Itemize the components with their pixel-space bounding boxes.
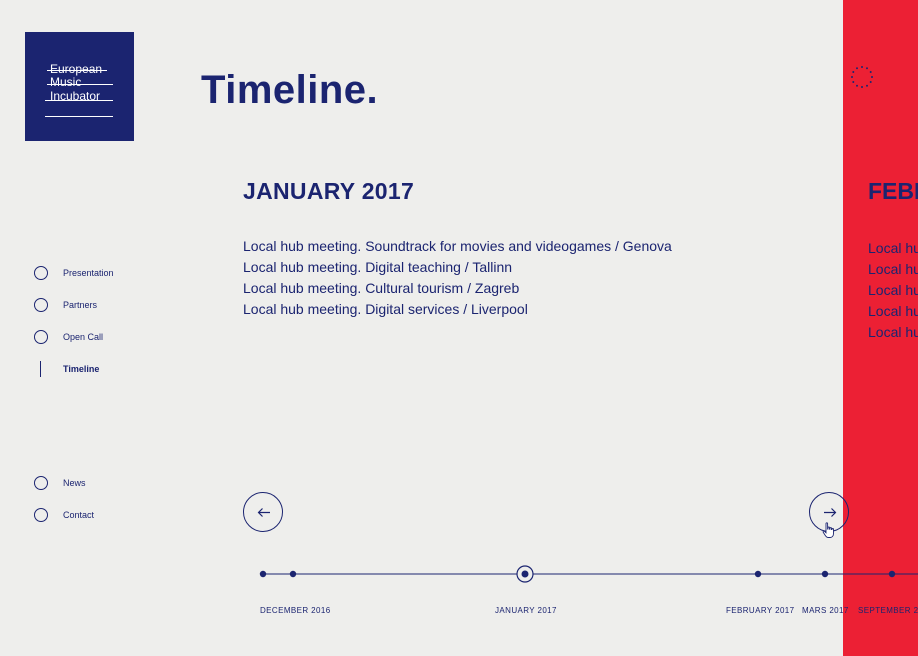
timeline-label[interactable]: MARS 2017 (802, 606, 849, 615)
next-event-item: Local hub meeting. (868, 282, 918, 298)
timeline-label[interactable]: FEBRUARY 2017 (726, 606, 795, 615)
event-item: Local hub meeting. Digital teaching / Ta… (243, 259, 513, 275)
timeline-label[interactable]: SEPTEMBER 2017 (858, 606, 918, 615)
logo-line-1: European (50, 62, 103, 76)
next-event-item: Local hub meeting. (868, 324, 918, 340)
event-list: Local hub meeting. Soundtrack for movies… (243, 236, 672, 320)
next-month-panel[interactable]: FEBRUARY 2017 Local hub meeting. Local h… (843, 0, 918, 656)
event-item: Local hub meeting. Soundtrack for movies… (243, 238, 672, 254)
nav-item-label: Partners (63, 300, 98, 310)
nav-item-open-call[interactable]: Open Call (34, 330, 194, 346)
logo-rule (47, 84, 113, 85)
hand-cursor-icon (822, 522, 834, 538)
nav-item-label: Presentation (63, 268, 114, 278)
logo[interactable]: European Music Incubator (25, 32, 134, 141)
circle-icon (34, 266, 48, 280)
next-event-item: Local hub meeting. (868, 240, 918, 256)
next-event-item: Local hub meeting. (868, 261, 918, 277)
circle-icon (34, 330, 48, 344)
arrow-right-icon (824, 508, 837, 517)
logo-line-2: Music (50, 75, 82, 89)
logo-rule (45, 116, 113, 117)
nav-item-timeline[interactable]: Timeline (34, 361, 194, 378)
nav-item-label: Timeline (63, 364, 100, 374)
circle-icon (34, 476, 48, 490)
timeline-selected-dot[interactable] (521, 570, 529, 578)
circle-icon (34, 508, 48, 522)
page-title: Timeline. (201, 68, 379, 112)
nav-item-label: Contact (63, 510, 95, 520)
nav-item-presentation[interactable]: Presentation (34, 266, 194, 282)
timeline-dot[interactable] (888, 570, 896, 578)
nav-item-label: News (63, 478, 86, 488)
next-event-item: Local hub meeting. (868, 303, 918, 319)
timeline-dot[interactable] (289, 570, 297, 578)
timeline-dot[interactable] (259, 570, 267, 578)
eu-stars-icon (851, 66, 873, 88)
month-heading: JANUARY 2017 (243, 178, 415, 204)
nav-item-contact[interactable]: Contact (34, 508, 194, 524)
next-month-heading: FEBRUARY 2017 (868, 178, 918, 204)
nav-item-label: Open Call (63, 332, 104, 342)
timeline-dot[interactable] (754, 570, 762, 578)
nav-item-partners[interactable]: Partners (34, 298, 194, 314)
timeline-dot[interactable] (821, 570, 829, 578)
event-item: Local hub meeting. Digital services / Li… (243, 301, 528, 317)
nav-item-news[interactable]: News (34, 476, 194, 492)
event-item: Local hub meeting. Cultural tourism / Za… (243, 280, 520, 296)
active-indicator-icon (40, 361, 42, 377)
prev-button[interactable] (243, 492, 283, 532)
logo-rule (45, 100, 113, 101)
logo-rule (47, 70, 107, 71)
timeline-label[interactable]: JANUARY 2017 (495, 606, 557, 615)
timeline-label[interactable]: DECEMBER 2016 (260, 606, 331, 615)
circle-icon (34, 298, 48, 312)
arrow-left-icon (257, 508, 270, 517)
next-event-list: Local hub meeting. Local hub meeting. Lo… (868, 238, 918, 343)
